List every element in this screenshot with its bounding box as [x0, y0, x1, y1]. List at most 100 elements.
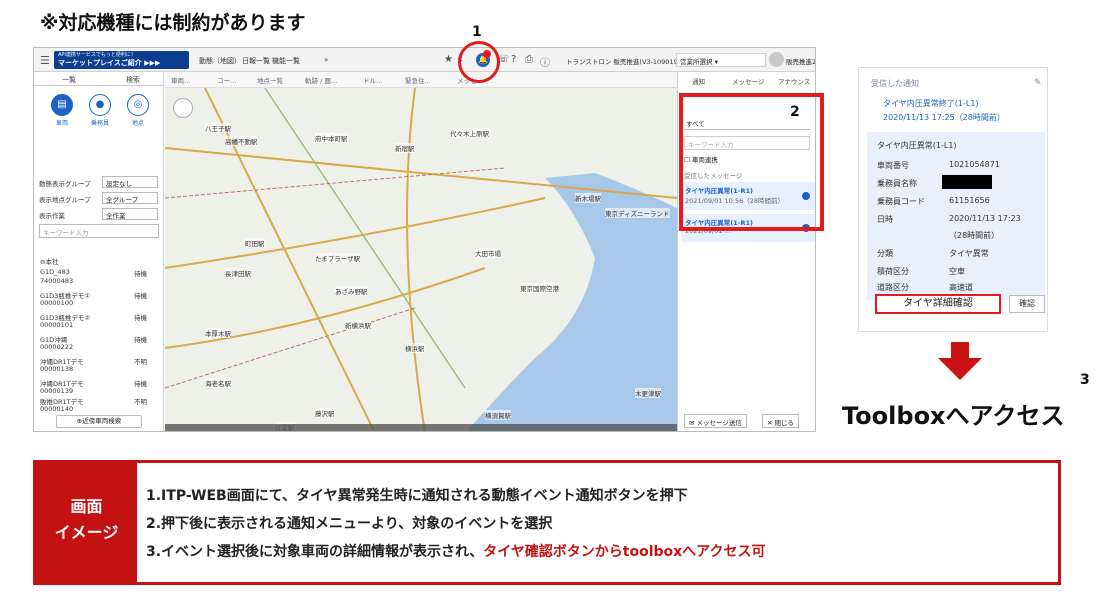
group-header[interactable]: ⊖本社 — [40, 256, 58, 266]
menu-functions[interactable]: 機能一覧 — [272, 56, 300, 66]
menu-icon[interactable]: ☰ — [40, 54, 50, 67]
map-label: 高幡不動駅 — [225, 136, 258, 146]
help-icon[interactable]: ? — [511, 54, 516, 65]
step-number-3: 3 — [1080, 372, 1090, 388]
tool-vehicle[interactable]: 車両… — [171, 75, 191, 85]
mode-vehicle[interactable]: ▤ 車両 — [44, 94, 80, 127]
highlight-notification-menu — [679, 93, 824, 231]
filter-value: 全グループ — [106, 196, 139, 204]
map-label: 木更津駅 — [635, 388, 661, 398]
detail-value: 2020/11/13 17:23 — [949, 214, 1021, 223]
office-select[interactable]: 営業所選択 ▾ — [676, 53, 766, 67]
map-label: 新木場駅 — [575, 193, 601, 203]
map-label: 本厚木駅 — [205, 328, 231, 338]
tab-message[interactable]: メッセージ — [732, 76, 764, 86]
vehicle-status: 待機 — [134, 292, 147, 300]
detail-key: 乗務員コード — [877, 197, 925, 206]
filter-value: 全作業 — [106, 212, 126, 220]
tool-locations[interactable]: 地点一覧 — [257, 75, 283, 85]
tab-list[interactable]: 一覧 — [62, 75, 76, 85]
filter-select[interactable]: 全作業 — [102, 208, 158, 220]
mode-driver[interactable]: ● 乗務員 — [82, 94, 118, 127]
menu-map[interactable]: 動態（地図） — [199, 56, 241, 66]
filter-select[interactable]: 全グループ — [102, 192, 158, 204]
print-icon[interactable]: ⎙ — [525, 54, 533, 65]
target-icon: ◎ — [127, 94, 149, 116]
description-step-3-prefix: 3.イベント選択後に対象車両の詳細情報が表示され、 — [146, 544, 484, 560]
mode-driver-label: 乗務員 — [90, 120, 109, 127]
close-button[interactable]: ✕ 閉じる — [762, 414, 800, 428]
label-line1: 画面 — [70, 497, 103, 516]
nearby-vehicle-search-button[interactable]: ⊕近傍車両検索 — [56, 415, 142, 428]
menu-more[interactable]: » — [324, 56, 328, 64]
vehicle-id: 74000483 — [40, 277, 74, 285]
detail-key: 分類 — [877, 249, 893, 258]
filter-value: 設定なし — [106, 180, 132, 188]
event-title[interactable]: タイヤ内圧異常終了(1-L1) — [883, 98, 979, 109]
banner-line1: API連携サービスでもっと便利に！ — [58, 52, 136, 58]
description-step-3-highlight: タイヤ確認ボタンからtoolboxへアクセス可 — [483, 544, 766, 560]
tool-track[interactable]: 軌跡 / 圏… — [305, 75, 337, 85]
filter-select[interactable]: 設定なし — [102, 176, 158, 188]
menu-daily-report[interactable]: 日報一覧 — [242, 56, 270, 66]
vehicle-status: 待機 — [134, 336, 147, 344]
vehicle-id: 00000140 — [40, 405, 74, 413]
map-label: 新横浜駅 — [345, 320, 371, 330]
map-label: 東京ディズニーランド — [605, 208, 670, 218]
map-label: 横浜駅 — [405, 343, 425, 353]
vehicle-name[interactable]: G1D_483 — [40, 268, 70, 276]
card-title: タイヤ内圧異常(1-L1) — [877, 141, 957, 150]
vehicle-status: 待機 — [134, 314, 147, 322]
vehicle-sidebar: 一覧 検索 ▤ 車両 ● 乗務員 ◎ 地点 動態表示グループ 設定なし 表示地点グルー… — [34, 72, 164, 431]
description-step-1: 1.ITP-WEB画面にて、タイヤ異常発生時に通知される動態イベント通知ボタンを… — [146, 488, 688, 504]
event-time: 2020/11/13 17:25（28時間前） — [883, 113, 1005, 122]
map-label: 新宿駅 — [395, 143, 415, 153]
person-icon: ● — [89, 94, 111, 116]
map-label: 横須賀駅 — [485, 410, 511, 420]
map-pan-control[interactable] — [173, 98, 193, 118]
marketplace-banner[interactable]: API連携サービスでもっと便利に！ マーケットプレイスご紹介 ▶▶▶ — [54, 51, 189, 69]
vehicle-detail-panel: 受信した通知 ✎ タイヤ内圧異常終了(1-L1) 2020/11/13 17:2… — [858, 67, 1048, 332]
detail-value: （28時間前） — [949, 231, 1000, 240]
step-number-2: 2 — [790, 104, 800, 120]
map-label: 府中本町駅 — [315, 133, 348, 143]
screen-image-description: 画面 イメージ 1.ITP-WEB画面にて、タイヤ異常発生時に通知される動態イベ… — [33, 460, 1061, 585]
filter-label: 表示地点グループ — [39, 196, 91, 204]
vehicle-status: 待機 — [134, 380, 147, 388]
map-scale-bar — [165, 424, 677, 431]
map-view[interactable]: 八王子駅 高幡不動駅 府中本町駅 新宿駅 代々木上原駅 新木場駅 東京ディズニーランド 町田駅… — [165, 88, 677, 431]
info-icon[interactable]: ⓘ — [540, 54, 550, 69]
tool-drawing[interactable]: ドル… — [363, 75, 383, 85]
tab-notification[interactable]: 通知 — [692, 76, 705, 86]
vehicle-status: 待機 — [134, 270, 147, 278]
tool-emergency[interactable]: 緊急住… — [405, 75, 431, 85]
toolbox-access-title: Toolboxへアクセス — [842, 402, 1065, 430]
star-icon[interactable]: ★ — [444, 54, 453, 65]
truck-icon: ▤ — [51, 94, 73, 116]
map-label: 海老名駅 — [205, 378, 231, 388]
tab-search[interactable]: 検索 — [126, 75, 140, 85]
description-step-2: 2.押下後に表示される通知メニューより、対象のイベントを選択 — [146, 516, 553, 532]
detail-key: 車両番号 — [877, 161, 909, 170]
event-detail-card: タイヤ内圧異常(1-L1) 車両番号 1021054871 乗務員名称 乗務員コ… — [867, 132, 1045, 300]
description-step-3: 3.イベント選択後に対象車両の詳細情報が表示され、タイヤ確認ボタンからtoolb… — [146, 541, 765, 561]
arrow-down-head — [938, 358, 982, 380]
confirm-button[interactable]: 確認 — [1009, 295, 1045, 313]
detail-value: 空車 — [949, 267, 965, 276]
map-label: 八王子駅 — [205, 123, 231, 133]
user-avatar[interactable] — [769, 52, 784, 67]
office-select-label: 営業所選択 — [680, 58, 713, 66]
detail-key: 道路区分 — [877, 283, 909, 292]
vehicle-id: 00000222 — [40, 343, 74, 351]
app-header: ☰ API連携サービスでもっと便利に！ マーケットプレイスご紹介 ▶▶▶ 動態（… — [34, 48, 815, 72]
filter-label: 表示作業 — [39, 212, 65, 220]
banner-line2: マーケットプレイスご紹介 ▶▶▶ — [58, 59, 161, 67]
tire-detail-button[interactable]: タイヤ詳細確認 — [875, 294, 1001, 314]
tool-course[interactable]: コー… — [217, 75, 237, 85]
pin-icon[interactable]: ✎ — [1034, 78, 1042, 88]
detail-key: 日時 — [877, 215, 893, 224]
mode-location[interactable]: ◎ 地点 — [120, 94, 156, 127]
keyword-input[interactable]: キーワード入力 — [39, 224, 159, 238]
tab-announce[interactable]: アナウンス — [778, 76, 810, 86]
send-message-button[interactable]: ✉ メッセージ送信 — [684, 414, 747, 428]
